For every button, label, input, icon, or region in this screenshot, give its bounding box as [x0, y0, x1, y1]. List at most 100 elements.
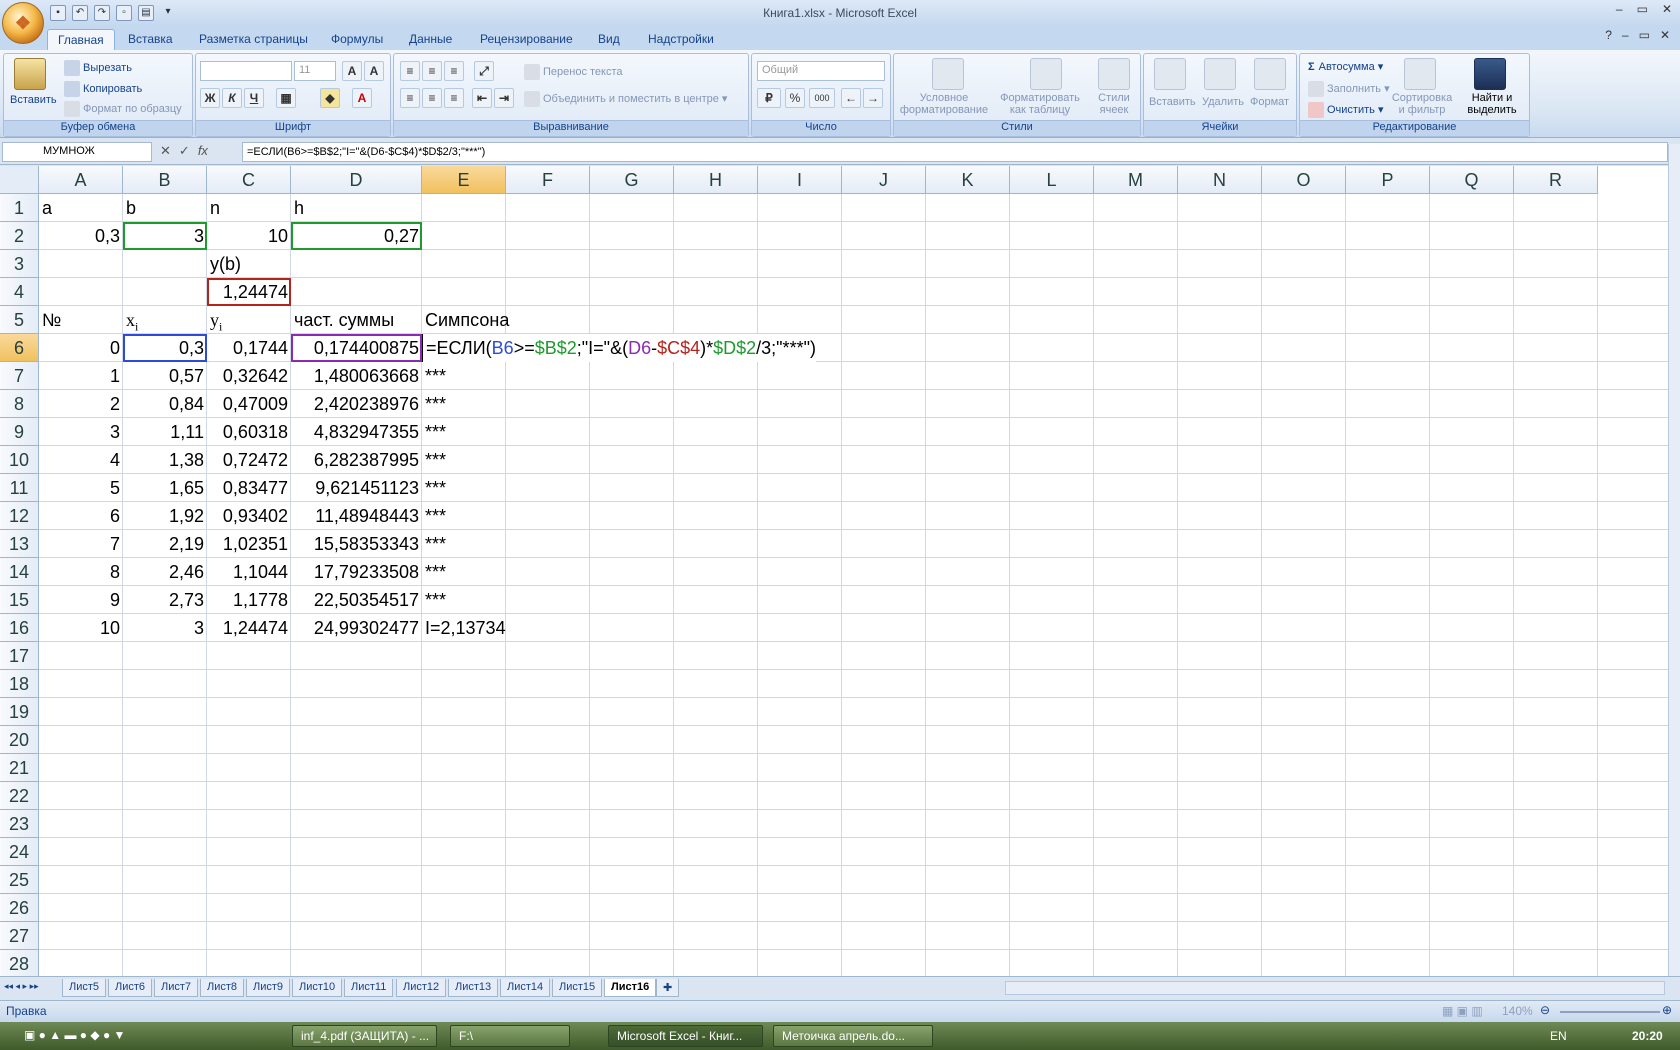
row-header-27[interactable]: 27 — [0, 922, 39, 950]
cell-d5[interactable]: част. суммы — [291, 306, 422, 334]
align-center-icon[interactable]: ≡ — [422, 88, 442, 108]
cell-b12[interactable]: 1,92 — [123, 502, 207, 530]
tab-insert[interactable]: Вставка — [118, 29, 183, 50]
decrease-indent-icon[interactable]: ⇤ — [472, 88, 492, 108]
sheet-tab-Лист16[interactable]: Лист16 — [604, 979, 657, 997]
clear-button[interactable]: Очистить ▾ — [1308, 102, 1383, 118]
tab-formulas[interactable]: Формулы — [321, 29, 393, 50]
cell-e16[interactable]: I=2,13734 — [422, 614, 506, 642]
currency-icon[interactable]: ₽ — [757, 88, 781, 108]
increase-indent-icon[interactable]: ⇥ — [494, 88, 514, 108]
row-header-16[interactable]: 16 — [0, 614, 39, 642]
cell-c7[interactable]: 0,32642 — [207, 362, 291, 390]
redo-icon[interactable]: ↷ — [94, 5, 110, 21]
cell-c9[interactable]: 0,60318 — [207, 418, 291, 446]
column-header-m[interactable]: M — [1094, 166, 1178, 194]
cell-c6[interactable]: 0,1744 — [207, 334, 291, 362]
sort-filter-button[interactable]: Сортировка и фильтр — [1390, 92, 1454, 116]
cell-e11[interactable]: *** — [422, 474, 506, 502]
copy-button[interactable]: Копировать — [64, 81, 142, 97]
row-header-3[interactable]: 3 — [0, 250, 39, 278]
cell-a10[interactable]: 4 — [39, 446, 123, 474]
cell-e9[interactable]: *** — [422, 418, 506, 446]
orientation-icon[interactable]: ⤢ — [474, 61, 494, 81]
row-header-25[interactable]: 25 — [0, 866, 39, 894]
row-header-11[interactable]: 11 — [0, 474, 39, 502]
zoom-slider[interactable] — [1560, 1011, 1660, 1013]
column-header-n[interactable]: N — [1178, 166, 1262, 194]
underline-button[interactable]: Ч — [244, 88, 264, 108]
zoom-in-icon[interactable]: ⊕ — [1662, 1003, 1672, 1017]
column-header-e[interactable]: E — [422, 166, 506, 194]
row-header-22[interactable]: 22 — [0, 782, 39, 810]
sheet-tab-Лист12[interactable]: Лист12 — [396, 979, 447, 997]
cell-b11[interactable]: 1,65 — [123, 474, 207, 502]
cell-a15[interactable]: 9 — [39, 586, 123, 614]
cell-b13[interactable]: 2,19 — [123, 530, 207, 558]
wrap-text-button[interactable]: Перенос текста — [524, 64, 623, 80]
cell-e14[interactable]: *** — [422, 558, 506, 586]
formula-input[interactable]: =ЕСЛИ(B6>=$B$2;"I="&(D6-$C$4)*$D$2/3;"**… — [242, 142, 1668, 162]
align-top-icon[interactable]: ≡ — [400, 61, 420, 81]
cell-c1[interactable]: n — [207, 194, 291, 222]
align-bottom-icon[interactable]: ≡ — [444, 61, 464, 81]
paste-button[interactable]: Вставить — [10, 94, 57, 106]
cell-d14[interactable]: 17,79233508 — [291, 558, 422, 586]
decrease-decimal-icon[interactable]: → — [863, 88, 883, 108]
row-header-19[interactable]: 19 — [0, 698, 39, 726]
column-header-l[interactable]: L — [1010, 166, 1094, 194]
sheet-tab-Лист10[interactable]: Лист10 — [292, 979, 343, 997]
number-format-combo[interactable]: Общий — [757, 61, 885, 81]
cell-b5[interactable]: xi — [123, 306, 207, 334]
row-header-9[interactable]: 9 — [0, 418, 39, 446]
cell-d15[interactable]: 22,50354517 — [291, 586, 422, 614]
cell-e10[interactable]: *** — [422, 446, 506, 474]
cell-e8[interactable]: *** — [422, 390, 506, 418]
cell-c14[interactable]: 1,1044 — [207, 558, 291, 586]
doc-close-icon[interactable]: ✕ — [1660, 28, 1670, 42]
borders-icon[interactable]: ▦ — [276, 88, 296, 108]
sheet-tab-Лист14[interactable]: Лист14 — [500, 979, 551, 997]
row-header-2[interactable]: 2 — [0, 222, 39, 250]
row-header-28[interactable]: 28 — [0, 950, 39, 976]
vertical-scrollbar[interactable] — [1668, 144, 1680, 976]
cell-a1[interactable]: a — [39, 194, 123, 222]
tab-review[interactable]: Рецензирование — [470, 29, 583, 50]
sheet-tab-Лист7[interactable]: Лист7 — [154, 979, 199, 997]
row-header-10[interactable]: 10 — [0, 446, 39, 474]
tab-addins[interactable]: Надстройки — [638, 29, 724, 50]
percent-button[interactable]: % — [785, 88, 805, 108]
name-box[interactable]: МУМНОЖ — [2, 142, 152, 162]
conditional-format-button[interactable]: Условное форматирование — [898, 92, 990, 116]
enter-icon[interactable]: ✓ — [179, 143, 190, 159]
tab-data[interactable]: Данные — [399, 29, 462, 50]
font-size-combo[interactable]: 11 — [294, 61, 336, 81]
align-middle-icon[interactable]: ≡ — [422, 61, 442, 81]
cell-b7[interactable]: 0,57 — [123, 362, 207, 390]
column-header-o[interactable]: O — [1262, 166, 1346, 194]
taskbar-item-pdf[interactable]: inf_4.pdf (ЗАЩИТА) - ... — [292, 1025, 437, 1047]
column-header-i[interactable]: I — [758, 166, 842, 194]
column-header-c[interactable]: C — [207, 166, 291, 194]
row-header-15[interactable]: 15 — [0, 586, 39, 614]
merge-center-button[interactable]: Объединить и поместить в центре ▾ — [524, 91, 727, 107]
cell-d12[interactable]: 11,48948443 — [291, 502, 422, 530]
format-as-table-button[interactable]: Форматировать как таблицу — [994, 92, 1086, 116]
cell-e6-editing[interactable]: =ЕСЛИ(B6>=$B$2;"I="&(D6-$C$4)*$D$2/3;"**… — [422, 334, 816, 362]
cell-a7[interactable]: 1 — [39, 362, 123, 390]
cell-d1[interactable]: h — [291, 194, 422, 222]
sheet-tab-Лист11[interactable]: Лист11 — [344, 979, 394, 997]
row-header-20[interactable]: 20 — [0, 726, 39, 754]
column-header-j[interactable]: J — [842, 166, 926, 194]
cell-c16[interactable]: 1,24474 — [207, 614, 291, 642]
qat-customize-icon[interactable]: ▾ — [160, 5, 176, 21]
tab-view[interactable]: Вид — [588, 29, 630, 50]
cell-e5[interactable]: Симпсона — [422, 306, 509, 334]
cell-c13[interactable]: 1,02351 — [207, 530, 291, 558]
paste-icon[interactable] — [14, 58, 46, 90]
print-icon[interactable]: ▤ — [138, 5, 154, 21]
office-button[interactable]: ❖ — [2, 2, 44, 44]
row-header-7[interactable]: 7 — [0, 362, 39, 390]
cell-c3[interactable]: y(b) — [207, 250, 291, 278]
cell-d13[interactable]: 15,58353343 — [291, 530, 422, 558]
